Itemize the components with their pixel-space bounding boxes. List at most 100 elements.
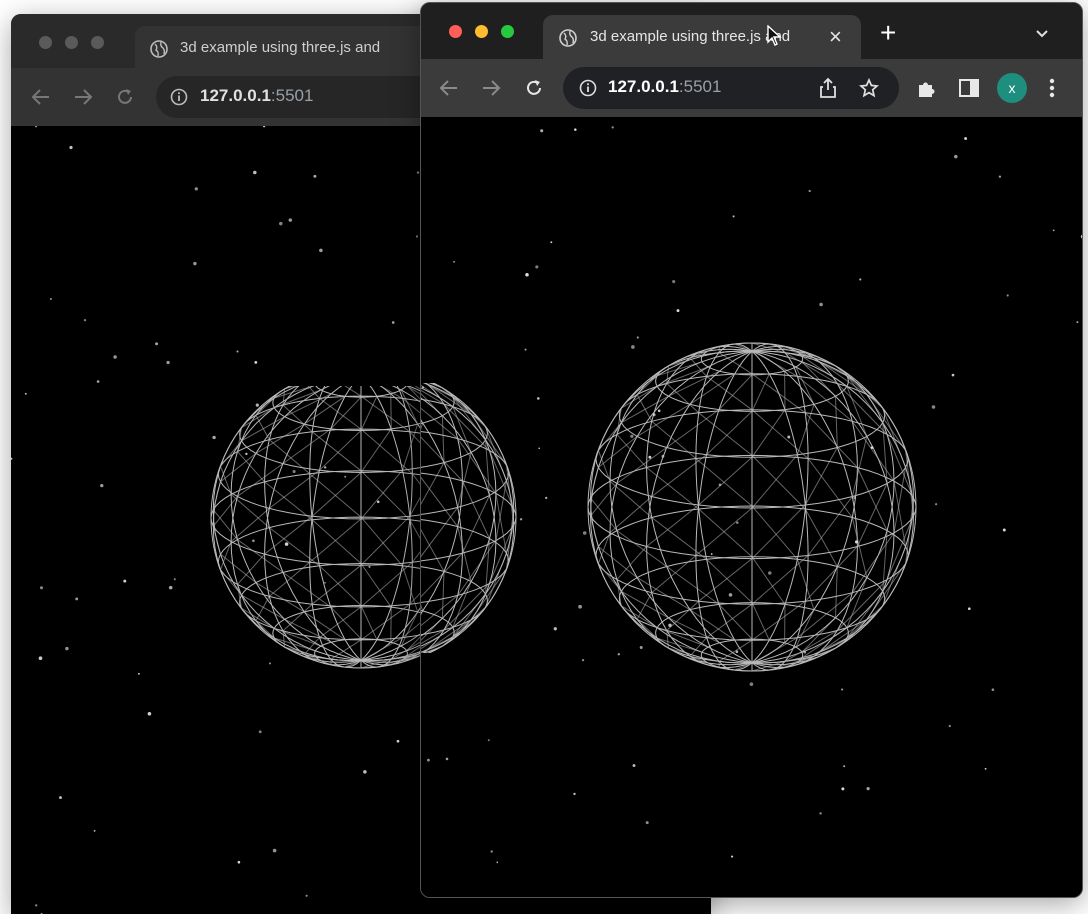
- share-icon[interactable]: [819, 77, 837, 99]
- star: [1007, 294, 1009, 296]
- star: [524, 349, 526, 351]
- url-port: :5501: [271, 86, 314, 105]
- star: [100, 484, 103, 487]
- back-arrow-icon[interactable]: [439, 79, 459, 97]
- star: [646, 821, 649, 824]
- star: [259, 730, 262, 733]
- star: [573, 793, 575, 795]
- star: [935, 503, 937, 505]
- info-icon[interactable]: [170, 88, 188, 106]
- star: [427, 759, 430, 762]
- star: [545, 497, 547, 499]
- forward-arrow-icon[interactable]: [73, 88, 93, 106]
- star: [750, 682, 754, 686]
- close-window-button[interactable]: [449, 25, 462, 38]
- star: [488, 739, 490, 741]
- star: [733, 215, 735, 217]
- star: [84, 319, 86, 321]
- star: [193, 262, 196, 265]
- star: [11, 458, 12, 460]
- url-host: 127.0.0.1: [200, 86, 271, 105]
- tab[interactable]: 3d example using three.js and: [135, 26, 435, 70]
- star: [954, 155, 957, 158]
- address-bar[interactable]: 127.0.0.1:5501: [156, 76, 456, 118]
- tab-strip: 3d example using three.js and × +: [421, 3, 1082, 59]
- back-arrow-icon[interactable]: [31, 88, 51, 106]
- star-icon[interactable]: [859, 78, 879, 98]
- star: [612, 126, 614, 128]
- close-window-button[interactable]: [39, 36, 52, 49]
- reload-icon[interactable]: [115, 87, 135, 107]
- maximize-window-button[interactable]: [501, 25, 514, 38]
- tab-active[interactable]: 3d example using three.js and ×: [543, 15, 861, 59]
- star: [279, 222, 282, 225]
- cursor-icon: [766, 25, 782, 47]
- chevron-down-icon[interactable]: [1035, 29, 1049, 39]
- star: [841, 688, 843, 690]
- star: [397, 740, 400, 743]
- star: [968, 607, 971, 610]
- star: [1076, 321, 1078, 323]
- star: [416, 235, 418, 237]
- star: [94, 830, 96, 832]
- star: [677, 309, 680, 312]
- star: [819, 303, 823, 307]
- star: [392, 321, 395, 324]
- star: [25, 393, 27, 395]
- star: [550, 241, 552, 243]
- star: [254, 361, 257, 364]
- star: [263, 126, 265, 127]
- star: [253, 171, 257, 175]
- star: [540, 129, 543, 132]
- minimize-window-button[interactable]: [65, 36, 78, 49]
- tab-title: 3d example using three.js and: [590, 28, 816, 45]
- star: [633, 764, 636, 767]
- star: [491, 850, 493, 852]
- profile-avatar[interactable]: x: [997, 73, 1027, 103]
- star: [238, 861, 241, 864]
- side-panel-icon[interactable]: [958, 78, 980, 98]
- star: [237, 351, 239, 353]
- star: [932, 405, 936, 409]
- star: [525, 273, 529, 277]
- star: [672, 280, 675, 283]
- star: [50, 298, 52, 300]
- url-text: 127.0.0.1:5501: [200, 86, 313, 106]
- star: [113, 355, 116, 358]
- address-bar[interactable]: 127.0.0.1:5501: [563, 67, 899, 109]
- star: [949, 725, 951, 727]
- tab-title: 3d example using three.js and: [180, 39, 410, 56]
- browser-window-front[interactable]: 3d example using three.js and × +: [420, 2, 1083, 898]
- extensions-icon[interactable]: [916, 77, 938, 99]
- star: [574, 128, 577, 131]
- star: [535, 265, 538, 268]
- star: [273, 849, 277, 853]
- new-tab-button[interactable]: +: [880, 19, 896, 47]
- star: [148, 712, 152, 716]
- star: [417, 171, 419, 173]
- info-icon[interactable]: [579, 79, 597, 97]
- star: [39, 656, 43, 660]
- wireframe-sphere-partial: [421, 383, 541, 653]
- star: [859, 278, 861, 280]
- maximize-window-button[interactable]: [91, 36, 104, 49]
- page-viewport[interactable]: [421, 117, 1082, 897]
- star: [35, 904, 37, 906]
- close-icon[interactable]: ×: [829, 24, 842, 50]
- star: [554, 627, 557, 630]
- menu-icon[interactable]: [1049, 78, 1055, 98]
- star: [59, 796, 62, 799]
- star: [952, 374, 955, 377]
- minimize-window-button[interactable]: [475, 25, 488, 38]
- star: [195, 187, 198, 190]
- star: [174, 578, 176, 580]
- star: [75, 597, 78, 600]
- url-text: 127.0.0.1:5501: [608, 77, 721, 97]
- toolbar: 127.0.0.1:5501 x: [421, 59, 1082, 117]
- star: [843, 765, 845, 767]
- reload-icon[interactable]: [524, 78, 544, 98]
- star: [363, 770, 366, 773]
- star: [496, 862, 498, 864]
- star: [992, 688, 995, 691]
- forward-arrow-icon[interactable]: [481, 79, 501, 97]
